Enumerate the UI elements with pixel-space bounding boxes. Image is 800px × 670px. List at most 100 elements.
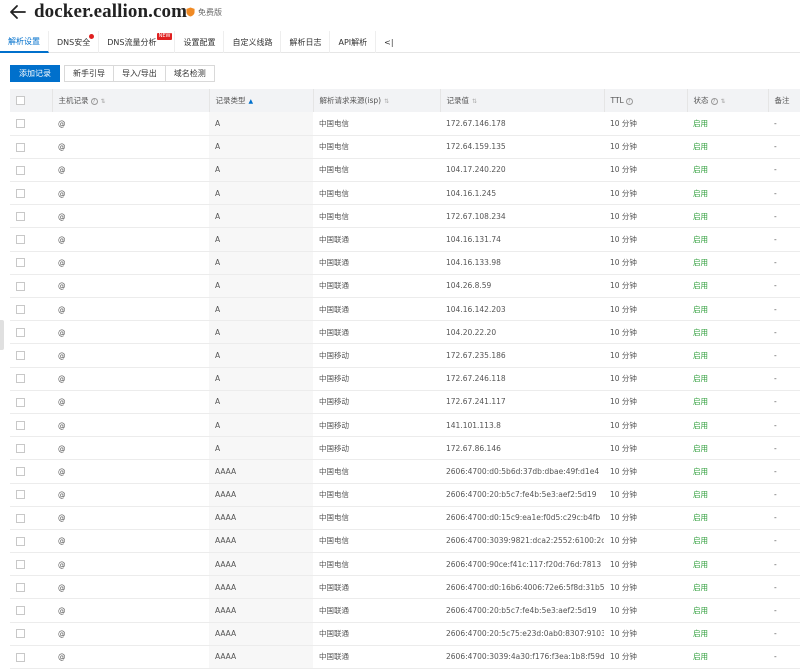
status-cell[interactable]: 启用 [687, 622, 768, 645]
row-checkbox[interactable] [16, 258, 25, 268]
table-row[interactable]: @ A 中国联通 104.20.22.20 10 分钟 启用 - [10, 320, 800, 344]
table-row[interactable]: @ AAAA 中国电信 2606:4700:d0:5b6d:37db:dbae:49f… [10, 459, 800, 483]
status-cell[interactable]: 启用 [687, 367, 768, 390]
row-checkbox[interactable] [16, 328, 25, 338]
guide-button[interactable]: 新手引导 [64, 65, 114, 82]
row-checkbox[interactable] [16, 652, 25, 662]
table-row[interactable]: @ A 中国联通 104.26.8.59 10 分钟 启用 - [10, 274, 800, 298]
status-cell[interactable]: 启用 [687, 483, 768, 506]
table-row[interactable]: @ A 中国移动 141.101.113.8 10 分钟 启用 - [10, 413, 800, 437]
row-checkbox[interactable] [16, 235, 25, 245]
side-drag-handle[interactable] [0, 320, 4, 350]
row-checkbox[interactable] [16, 420, 25, 430]
status-cell[interactable]: 启用 [687, 205, 768, 228]
status-cell[interactable]: 启用 [687, 553, 768, 576]
row-checkbox[interactable] [16, 374, 25, 384]
row-checkbox[interactable] [16, 536, 25, 546]
help-icon[interactable]: ? [710, 97, 718, 105]
table-row[interactable]: @ A 中国电信 172.67.108.234 10 分钟 启用 - [10, 204, 800, 228]
row-checkbox[interactable] [16, 351, 25, 361]
status-cell[interactable]: 启用 [687, 158, 768, 181]
import-export-button[interactable]: 导入/导出 [113, 65, 166, 82]
table-row[interactable]: @ A 中国移动 172.67.241.117 10 分钟 启用 - [10, 390, 800, 414]
header-value[interactable]: 记录值 ⇅ [439, 89, 604, 112]
status-cell[interactable]: 启用 [687, 413, 768, 436]
table-row[interactable]: @ A 中国电信 172.67.146.178 10 分钟 启用 - [10, 112, 800, 136]
header-line[interactable]: 解析请求来源(isp) ⇅ [312, 89, 440, 112]
status-cell[interactable]: 启用 [687, 112, 768, 135]
row-checkbox[interactable] [16, 629, 25, 639]
tab-config[interactable]: 设置配置 [175, 31, 225, 53]
table-row[interactable]: @ AAAA 中国电信 2606:4700:90ce:f41c:117:f20d:76… [10, 552, 800, 576]
tab-resolve-settings[interactable]: 解析设置 [0, 31, 49, 53]
row-checkbox[interactable] [16, 212, 25, 222]
table-row[interactable]: @ A 中国电信 104.16.1.245 10 分钟 启用 - [10, 181, 800, 205]
status-cell[interactable]: 启用 [687, 251, 768, 274]
plan-badge[interactable]: 免费版 [186, 5, 222, 19]
row-checkbox[interactable] [16, 513, 25, 523]
back-arrow-icon[interactable] [8, 2, 28, 22]
status-cell[interactable]: 启用 [687, 228, 768, 251]
sort-icon[interactable]: ⇅ [721, 98, 726, 105]
row-checkbox[interactable] [16, 119, 25, 129]
tab-dns-security[interactable]: DNS安全 [49, 31, 100, 53]
status-cell[interactable]: 启用 [687, 460, 768, 483]
table-row[interactable]: @ A 中国电信 172.64.159.135 10 分钟 启用 - [10, 135, 800, 159]
status-cell[interactable]: 启用 [687, 576, 768, 599]
row-checkbox[interactable] [16, 559, 25, 569]
table-row[interactable]: @ A 中国电信 104.17.240.220 10 分钟 启用 - [10, 158, 800, 182]
status-cell[interactable]: 启用 [687, 599, 768, 622]
row-checkbox[interactable] [16, 142, 25, 152]
sort-icon[interactable]: ⇅ [101, 98, 106, 105]
help-icon[interactable]: ? [90, 97, 98, 105]
row-checkbox[interactable] [16, 165, 25, 175]
table-row[interactable]: @ AAAA 中国电信 2606:4700:d0:15c9:ea1e:f0d5:c29… [10, 506, 800, 530]
table-row[interactable]: @ AAAA 中国联通 2606:4700:3039:4a30:f176:f3ea:1… [10, 645, 800, 669]
header-host[interactable]: 主机记录? ⇅ [51, 89, 209, 112]
table-row[interactable]: @ A 中国移动 172.67.235.186 10 分钟 启用 - [10, 343, 800, 368]
row-checkbox[interactable] [16, 443, 25, 453]
table-row[interactable]: @ AAAA 中国联通 2606:4700:20:5c75:e23d:0ab0:830… [10, 622, 800, 646]
status-cell[interactable]: 启用 [687, 182, 768, 205]
table-row[interactable]: @ A 中国联通 104.16.133.98 10 分钟 启用 - [10, 251, 800, 275]
add-record-button[interactable]: 添加记录 [10, 65, 60, 82]
row-checkbox[interactable] [16, 490, 25, 500]
status-cell[interactable]: 启用 [687, 390, 768, 413]
row-checkbox[interactable] [16, 467, 25, 477]
row-checkbox[interactable] [16, 583, 25, 593]
status-cell[interactable]: 启用 [687, 437, 768, 460]
table-row[interactable]: @ AAAA 中国电信 2606:4700:3039:9821:dca2:2552:6… [10, 529, 800, 553]
sort-icon[interactable]: ⇅ [472, 98, 477, 105]
sort-asc-icon[interactable]: ▲ [249, 98, 254, 105]
help-icon[interactable]: ? [625, 97, 633, 105]
row-checkbox[interactable] [16, 281, 25, 291]
domain-check-button[interactable]: 域名检测 [164, 65, 215, 82]
row-checkbox[interactable] [16, 304, 25, 314]
row-checkbox[interactable] [16, 397, 25, 407]
status-cell[interactable]: 启用 [687, 274, 768, 297]
status-cell[interactable]: 启用 [687, 298, 768, 321]
header-type[interactable]: 记录类型 ▲ [208, 89, 313, 112]
table-row[interactable]: @ A 中国联通 104.16.142.203 10 分钟 启用 - [10, 297, 800, 321]
tab-more-chevron[interactable]: <| [376, 31, 401, 53]
table-row[interactable]: @ A 中国移动 172.67.86.146 10 分钟 启用 - [10, 436, 800, 460]
select-all-checkbox[interactable] [16, 96, 25, 106]
status-cell[interactable]: 启用 [687, 321, 768, 344]
row-checkbox[interactable] [16, 606, 25, 616]
table-row[interactable]: @ AAAA 中国联通 2606:4700:20:b5c7:fe4b:5e3:aef2… [10, 598, 800, 623]
sort-icon[interactable]: ⇅ [384, 98, 389, 105]
status-cell[interactable]: 启用 [687, 529, 768, 552]
table-row[interactable]: @ AAAA 中国联通 2606:4700:d0:16b6:4006:72e6:5f8… [10, 575, 800, 599]
tab-api-resolve[interactable]: API解析 [330, 31, 377, 53]
tab-custom-lines[interactable]: 自定义线路 [224, 31, 282, 53]
row-checkbox[interactable] [16, 188, 25, 198]
table-row[interactable]: @ A 中国移动 172.67.246.118 10 分钟 启用 - [10, 367, 800, 391]
tab-resolve-logs[interactable]: 解析日志 [281, 31, 331, 53]
status-cell[interactable]: 启用 [687, 645, 768, 668]
table-row[interactable]: @ A 中国联通 104.16.131.74 10 分钟 启用 - [10, 227, 800, 252]
status-cell[interactable]: 启用 [687, 135, 768, 158]
status-cell[interactable]: 启用 [687, 506, 768, 529]
table-row[interactable]: @ AAAA 中国电信 2606:4700:20:b5c7:fe4b:5e3:aef2… [10, 483, 800, 507]
status-cell[interactable]: 启用 [687, 344, 768, 367]
tab-dns-traffic-analysis[interactable]: DNS流量分析 NEW [99, 31, 176, 53]
